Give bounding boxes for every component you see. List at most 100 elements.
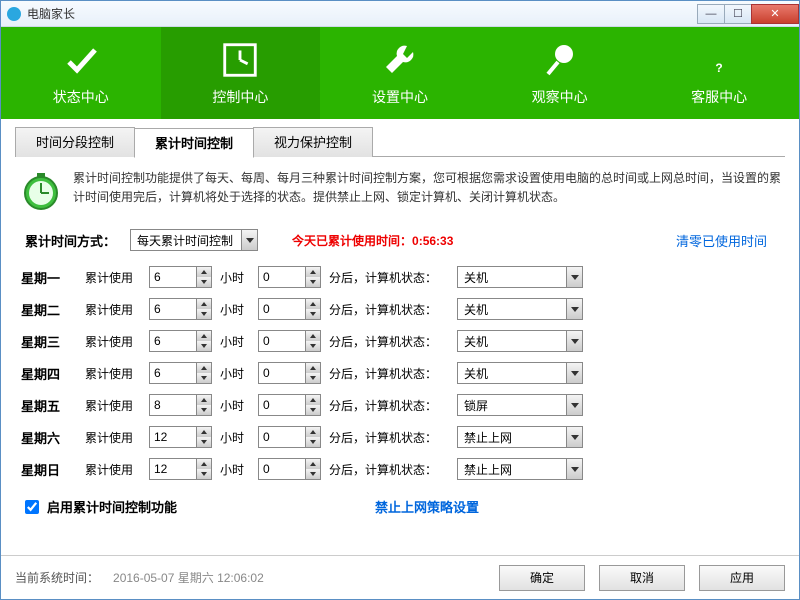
- tool-support[interactable]: ? 客服中心: [639, 27, 799, 119]
- schedule-row: 星期三累计使用小时分后，计算机状态：关机: [21, 325, 779, 357]
- mins-spinner[interactable]: [258, 330, 321, 352]
- minimize-button[interactable]: —: [697, 4, 725, 24]
- mins-spinner[interactable]: [258, 266, 321, 288]
- spin-up-icon[interactable]: [197, 267, 211, 277]
- mins-input[interactable]: [259, 363, 305, 383]
- after-label: 分后，计算机状态：: [329, 365, 449, 382]
- ok-button[interactable]: 确定: [499, 565, 585, 591]
- mins-input[interactable]: [259, 427, 305, 447]
- hours-spinner[interactable]: [149, 298, 212, 320]
- spin-up-icon[interactable]: [306, 299, 320, 309]
- use-label: 累计使用: [85, 397, 141, 414]
- spin-up-icon[interactable]: [197, 395, 211, 405]
- policy-link[interactable]: 禁止上网策略设置: [375, 497, 479, 516]
- spin-down-icon[interactable]: [306, 437, 320, 447]
- spin-up-icon[interactable]: [306, 267, 320, 277]
- hours-input[interactable]: [150, 427, 196, 447]
- enable-checkbox[interactable]: [25, 500, 39, 514]
- hours-input[interactable]: [150, 299, 196, 319]
- spin-down-icon[interactable]: [306, 309, 320, 319]
- action-select[interactable]: 关机: [457, 298, 583, 320]
- clear-usage-link[interactable]: 清零已使用时间: [676, 231, 767, 250]
- hours-spinner[interactable]: [149, 330, 212, 352]
- spin-up-icon[interactable]: [306, 395, 320, 405]
- hours-spinner[interactable]: [149, 362, 212, 384]
- hours-input[interactable]: [150, 363, 196, 383]
- apply-button[interactable]: 应用: [699, 565, 785, 591]
- action-select[interactable]: 禁止上网: [457, 426, 583, 448]
- spin-up-icon[interactable]: [197, 331, 211, 341]
- mins-input[interactable]: [259, 395, 305, 415]
- hour-unit: 小时: [220, 269, 250, 286]
- day-label: 星期六: [21, 428, 77, 447]
- magnify-icon: [539, 39, 581, 81]
- action-select[interactable]: 关机: [457, 266, 583, 288]
- tab-cumulative[interactable]: 累计时间控制: [134, 128, 254, 158]
- tool-settings[interactable]: 设置中心: [320, 27, 480, 119]
- spin-down-icon[interactable]: [197, 373, 211, 383]
- tool-control[interactable]: 控制中心: [161, 27, 321, 119]
- mins-input[interactable]: [259, 459, 305, 479]
- spin-up-icon[interactable]: [197, 299, 211, 309]
- hours-input[interactable]: [150, 267, 196, 287]
- use-label: 累计使用: [85, 365, 141, 382]
- action-select[interactable]: 禁止上网: [457, 458, 583, 480]
- spin-up-icon[interactable]: [197, 459, 211, 469]
- spin-up-icon[interactable]: [306, 459, 320, 469]
- hours-spinner[interactable]: [149, 458, 212, 480]
- maximize-button[interactable]: ☐: [724, 4, 752, 24]
- hour-unit: 小时: [220, 301, 250, 318]
- spin-down-icon[interactable]: [197, 405, 211, 415]
- spin-down-icon[interactable]: [197, 277, 211, 287]
- mode-select[interactable]: 每天累计时间控制: [130, 229, 258, 251]
- spin-up-icon[interactable]: [197, 427, 211, 437]
- tool-observe[interactable]: 观察中心: [480, 27, 640, 119]
- spin-down-icon[interactable]: [197, 309, 211, 319]
- mins-spinner[interactable]: [258, 362, 321, 384]
- hours-spinner[interactable]: [149, 426, 212, 448]
- tool-status[interactable]: 状态中心: [1, 27, 161, 119]
- enable-label: 启用累计时间控制功能: [47, 497, 177, 516]
- spin-up-icon[interactable]: [306, 331, 320, 341]
- chevron-down-icon: [566, 267, 582, 287]
- mins-spinner[interactable]: [258, 426, 321, 448]
- spin-up-icon[interactable]: [306, 427, 320, 437]
- spin-down-icon[interactable]: [306, 277, 320, 287]
- action-select[interactable]: 锁屏: [457, 394, 583, 416]
- day-label: 星期五: [21, 396, 77, 415]
- sub-tabs: 时间分段控制 累计时间控制 视力保护控制: [15, 127, 785, 157]
- mins-spinner[interactable]: [258, 298, 321, 320]
- spin-up-icon[interactable]: [306, 363, 320, 373]
- mins-input[interactable]: [259, 267, 305, 287]
- spin-down-icon[interactable]: [306, 469, 320, 479]
- spin-down-icon[interactable]: [197, 341, 211, 351]
- action-select[interactable]: 关机: [457, 362, 583, 384]
- hours-spinner[interactable]: [149, 394, 212, 416]
- hours-input[interactable]: [150, 459, 196, 479]
- after-label: 分后，计算机状态：: [329, 269, 449, 286]
- spin-down-icon[interactable]: [306, 341, 320, 351]
- spin-down-icon[interactable]: [197, 469, 211, 479]
- use-label: 累计使用: [85, 269, 141, 286]
- spin-down-icon[interactable]: [306, 373, 320, 383]
- tab-segment[interactable]: 时间分段控制: [15, 127, 135, 157]
- chevron-down-icon: [566, 363, 582, 383]
- hours-input[interactable]: [150, 395, 196, 415]
- spin-down-icon[interactable]: [306, 405, 320, 415]
- hours-spinner[interactable]: [149, 266, 212, 288]
- mins-input[interactable]: [259, 299, 305, 319]
- mins-input[interactable]: [259, 331, 305, 351]
- hour-unit: 小时: [220, 461, 250, 478]
- close-button[interactable]: ✕: [751, 4, 799, 24]
- mins-spinner[interactable]: [258, 394, 321, 416]
- hours-input[interactable]: [150, 331, 196, 351]
- use-label: 累计使用: [85, 333, 141, 350]
- svg-text:?: ?: [716, 61, 723, 75]
- action-select[interactable]: 关机: [457, 330, 583, 352]
- cancel-button[interactable]: 取消: [599, 565, 685, 591]
- schedule-row: 星期四累计使用小时分后，计算机状态：关机: [21, 357, 779, 389]
- tab-eyesight[interactable]: 视力保护控制: [253, 127, 373, 157]
- mins-spinner[interactable]: [258, 458, 321, 480]
- spin-up-icon[interactable]: [197, 363, 211, 373]
- spin-down-icon[interactable]: [197, 437, 211, 447]
